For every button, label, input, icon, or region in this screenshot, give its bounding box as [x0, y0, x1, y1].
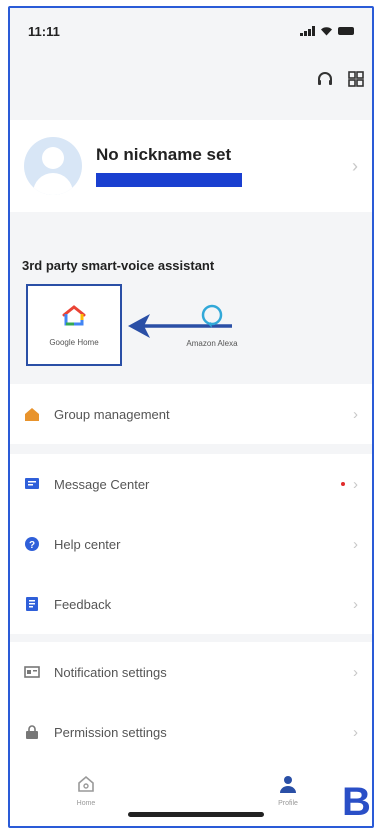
chevron-right-icon: ›: [353, 475, 358, 493]
permission-settings-row[interactable]: Permission settings ›: [10, 702, 372, 762]
feedback-row[interactable]: Feedback ›: [10, 574, 372, 634]
svg-text:?: ?: [29, 540, 35, 551]
unread-badge: [341, 482, 345, 486]
voice-assistant-section-title: 3rd party smart-voice assistant: [22, 258, 215, 273]
chevron-right-icon: ›: [353, 405, 358, 423]
chevron-right-icon: ›: [353, 535, 358, 553]
profile-card[interactable]: No nickname set ›: [10, 120, 372, 212]
notification-settings-row[interactable]: Notification settings ›: [10, 642, 372, 702]
person-icon: [280, 776, 296, 793]
google-home-label: Google Home: [49, 337, 99, 347]
tab-home-label: Home: [76, 800, 96, 807]
house-icon: [24, 406, 40, 422]
help-center-label: Help center: [54, 536, 121, 552]
chevron-right-icon: ›: [353, 595, 358, 613]
group-management-label: Group management: [54, 406, 170, 422]
help-center-row[interactable]: ? Help center ›: [10, 514, 372, 574]
amazon-alexa-icon: [201, 304, 223, 328]
tab-bar: Home Profile: [10, 756, 372, 826]
headset-icon[interactable]: [316, 70, 334, 88]
google-home-button[interactable]: Google Home: [26, 284, 122, 366]
chevron-right-icon: ›: [353, 723, 358, 741]
battery-icon: [338, 27, 354, 35]
status-icons: [300, 26, 354, 36]
wifi-icon: [321, 27, 332, 36]
notification-settings-icon: [24, 664, 40, 680]
nickname-label: No nickname set: [96, 145, 232, 164]
amazon-alexa-button[interactable]: Amazon Alexa: [164, 284, 260, 366]
redacted-account-bar: [96, 173, 242, 187]
notification-settings-label: Notification settings: [54, 664, 167, 680]
feedback-icon: [24, 596, 40, 612]
signal-icon: [300, 26, 315, 36]
home-indicator: [128, 812, 264, 817]
voice-assistant-list: Google Home Amazon Alexa: [24, 284, 354, 380]
feedback-label: Feedback: [54, 596, 112, 612]
message-center-label: Message Center: [54, 476, 150, 492]
home-icon: [78, 775, 94, 792]
status-bar: 11:11: [10, 8, 372, 54]
message-center-row[interactable]: Message Center ›: [10, 454, 372, 514]
group-management-row[interactable]: Group management ›: [10, 384, 372, 444]
grid-scan-icon[interactable]: [348, 71, 364, 87]
top-actions: [316, 70, 364, 88]
help-icon: ?: [24, 536, 40, 552]
annotation-letter: B: [342, 780, 371, 824]
phone-frame: 11:11 No nickname set › 3rd party smart-…: [8, 6, 374, 828]
profile-info: No nickname set: [96, 145, 352, 187]
tab-home[interactable]: Home: [76, 774, 96, 807]
chevron-right-icon: ›: [352, 155, 358, 176]
message-icon: [24, 476, 40, 492]
google-home-icon: [62, 304, 86, 325]
permission-settings-label: Permission settings: [54, 724, 167, 740]
tab-profile-label: Profile: [278, 800, 298, 807]
avatar[interactable]: [24, 137, 82, 195]
amazon-alexa-label: Amazon Alexa: [186, 338, 238, 348]
settings-menu: Notification settings › Permission setti…: [10, 642, 372, 762]
group-menu: Group management ›: [10, 384, 372, 444]
lock-icon: [24, 724, 40, 740]
status-time: 11:11: [28, 23, 60, 39]
support-menu: Message Center › ? Help center › Feedbac…: [10, 454, 372, 634]
chevron-right-icon: ›: [353, 663, 358, 681]
tab-profile[interactable]: Profile: [278, 774, 298, 807]
